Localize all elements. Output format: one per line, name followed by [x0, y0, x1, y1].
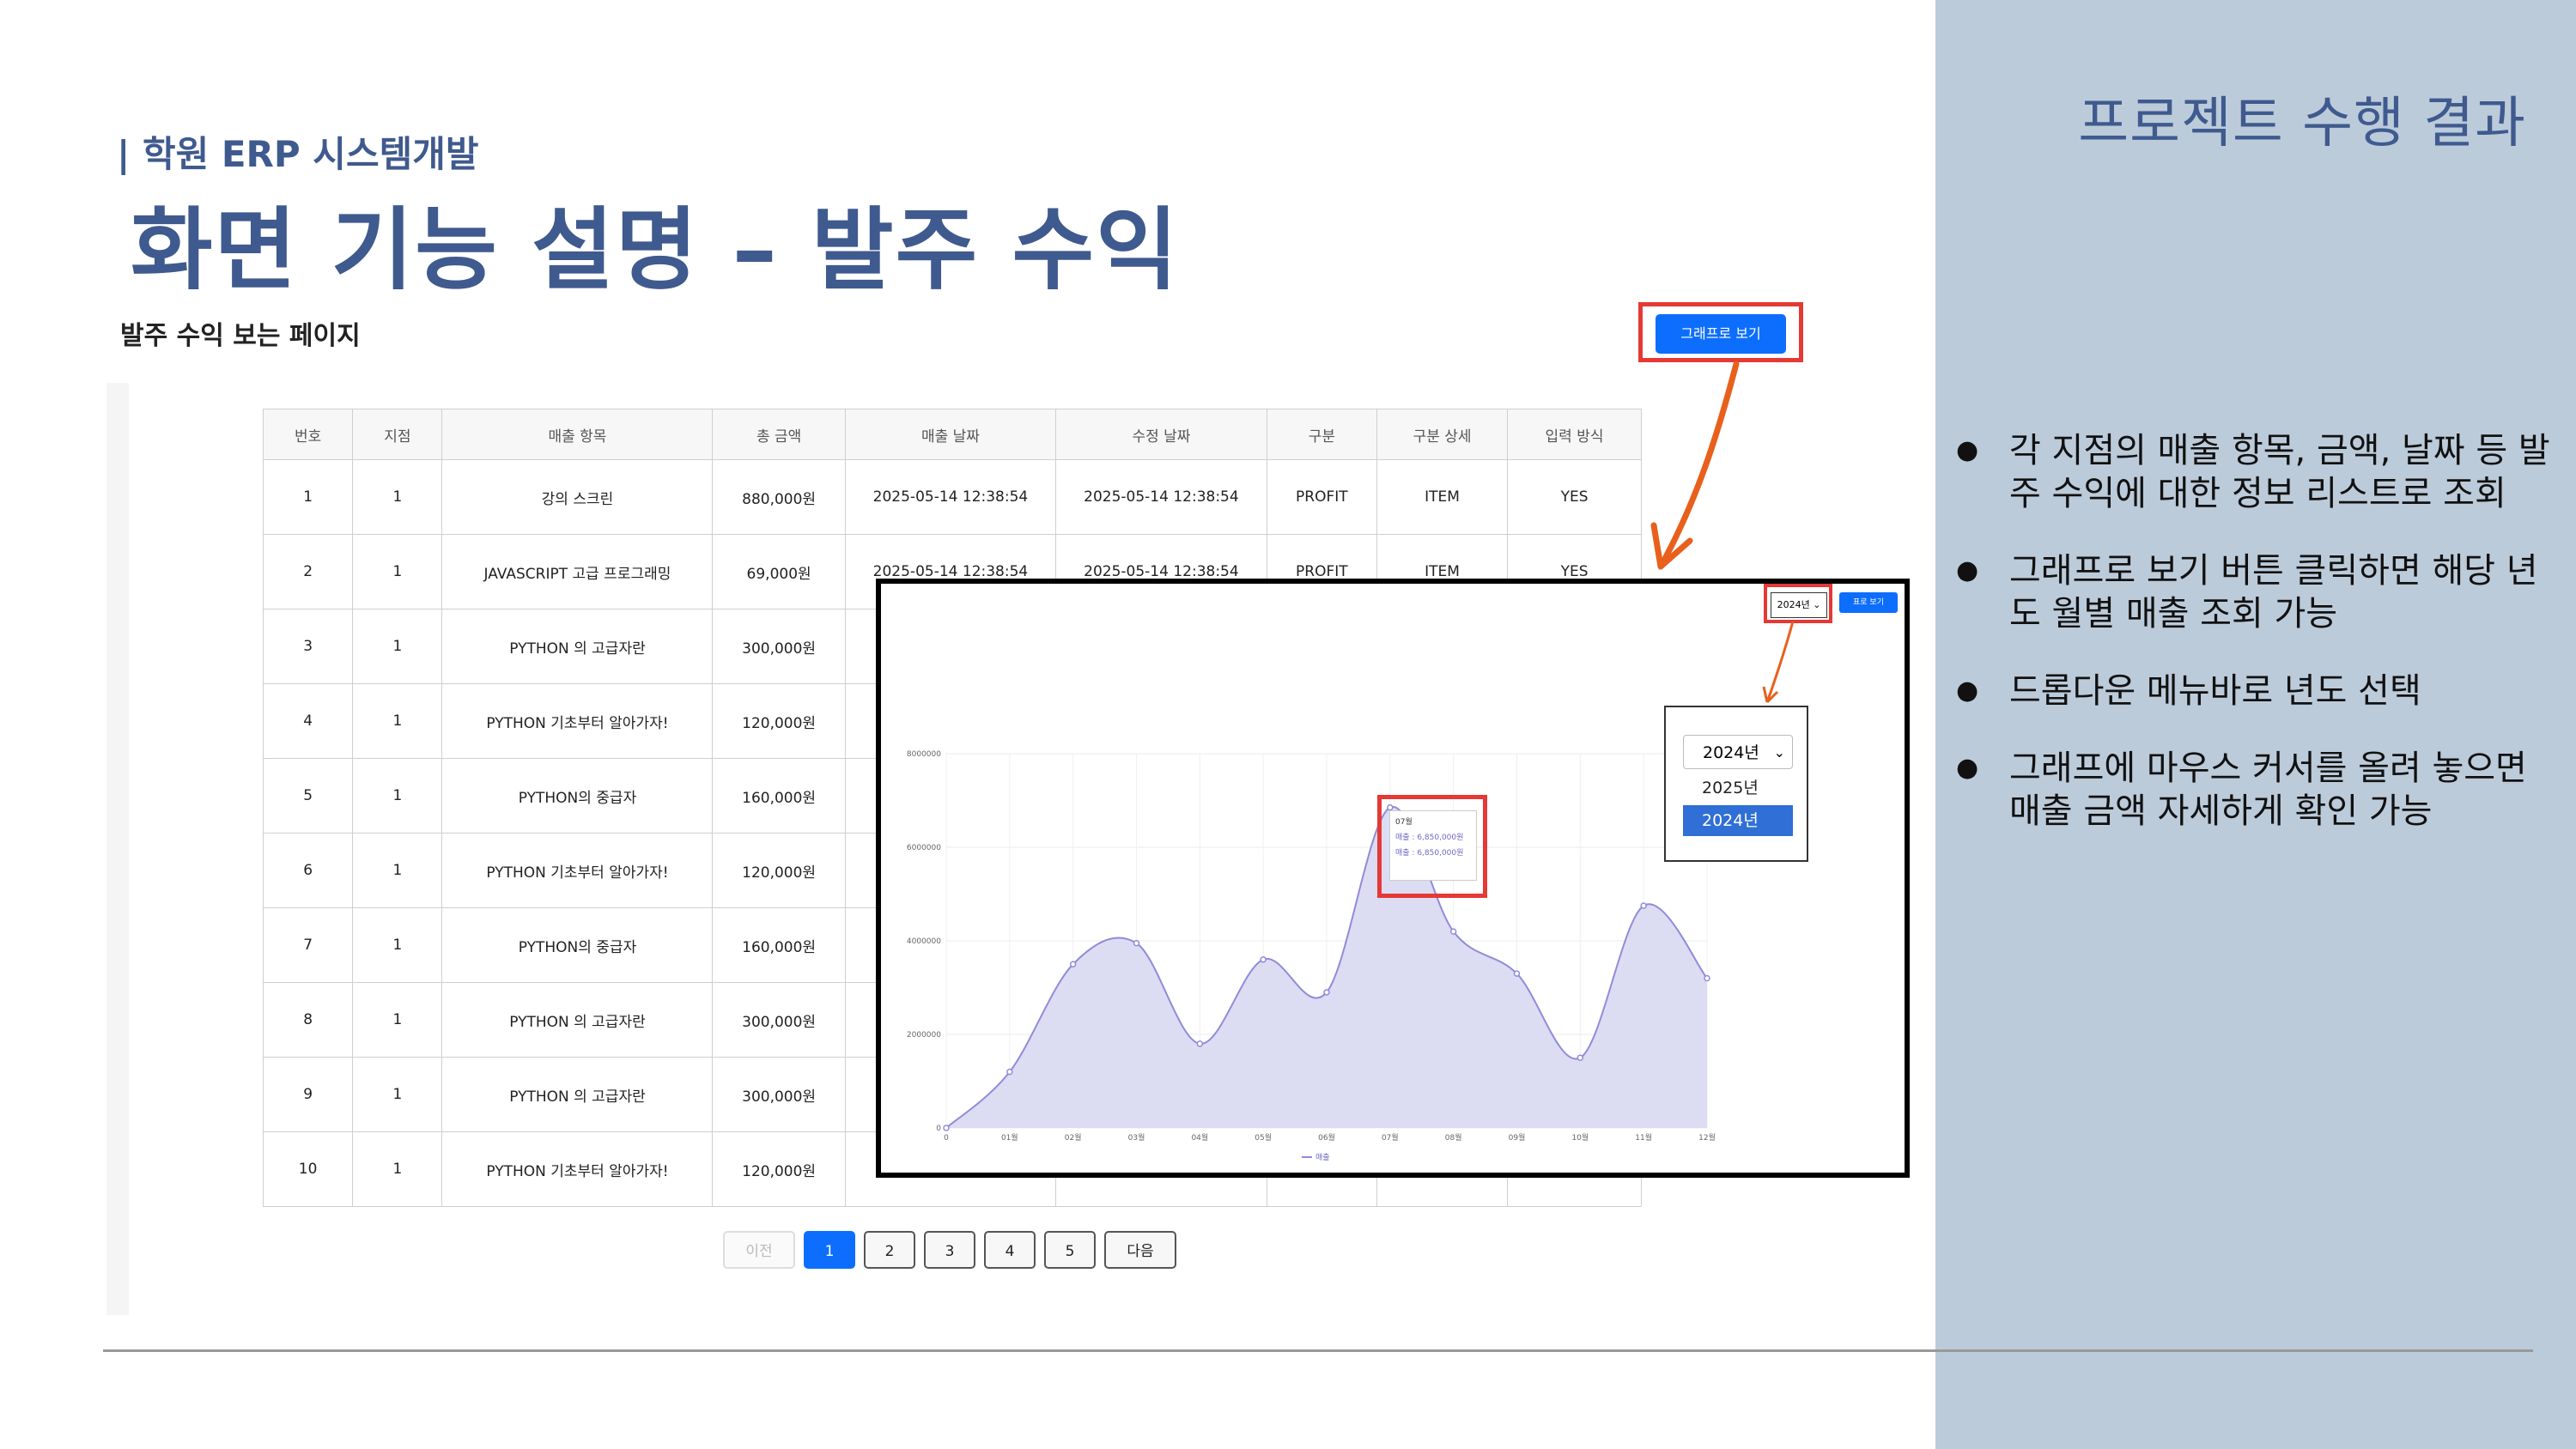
arrow-to-popup	[1657, 361, 1740, 570]
arrow-to-dropdown	[1765, 621, 1795, 703]
annotation-arrows	[1650, 361, 1795, 704]
